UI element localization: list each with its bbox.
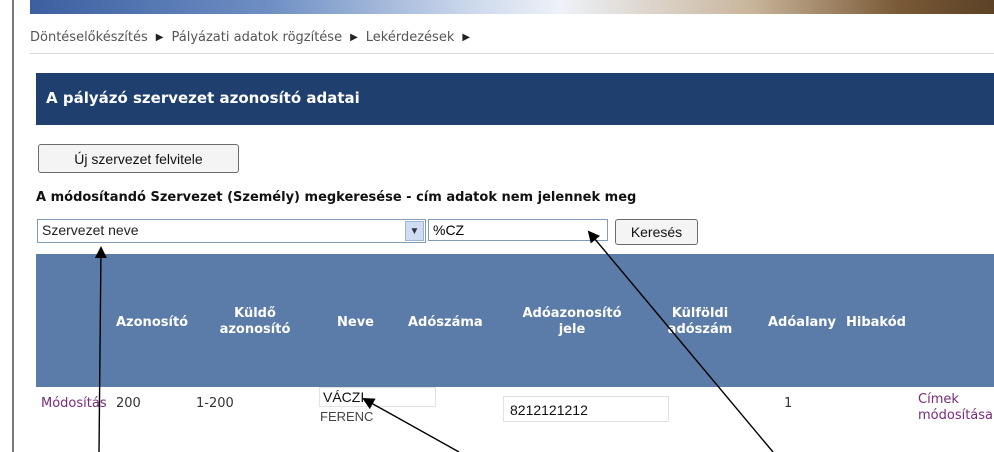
header-adoazonosito-line1: Adóazonosító bbox=[522, 306, 622, 321]
header-neve: Neve bbox=[337, 315, 374, 330]
modify-link[interactable]: Módosítás bbox=[41, 396, 107, 411]
header-kuldo-azonosito: Küldő azonosító bbox=[214, 306, 296, 338]
header-banner bbox=[30, 0, 994, 14]
new-organization-button[interactable]: Új szervezet felvitele bbox=[38, 144, 239, 173]
triangle-right-icon: ▶ bbox=[155, 31, 164, 43]
header-kuldo-line2: azonosító bbox=[219, 322, 291, 337]
menu-item-label: Lekérdezések bbox=[365, 29, 455, 45]
header-hibakod: Hibakód bbox=[846, 315, 906, 330]
cell-azonosito: 200 bbox=[116, 396, 141, 411]
cell-kuldo-azonosito: 1-200 bbox=[196, 396, 234, 411]
name-field[interactable]: VÁCZI bbox=[319, 387, 436, 407]
search-button[interactable]: Keresés bbox=[615, 219, 698, 245]
menu-item-label: Pályázati adatok rögzítése bbox=[171, 29, 343, 45]
triangle-right-icon: ▶ bbox=[462, 31, 471, 43]
search-label: A módosítandó Szervezet (Személy) megker… bbox=[36, 190, 637, 205]
tax-id-field[interactable]: 8212121212 bbox=[503, 396, 669, 422]
menu-item-lekerdezesek[interactable]: Lekérdezések ▶ bbox=[366, 30, 470, 45]
header-azonosito: Azonosító bbox=[116, 315, 189, 330]
menu-bar: Döntéselőkészítés ▶ Pályázati adatok rög… bbox=[30, 22, 470, 52]
header-adoalany: Adóalany bbox=[768, 315, 837, 330]
menu-item-label: Döntéselőkészítés bbox=[30, 29, 148, 45]
modify-addresses-link[interactable]: Címek módosítása bbox=[918, 392, 993, 424]
link-line1: Címek bbox=[918, 392, 959, 407]
menu-item-donteselokeszites[interactable]: Döntéselőkészítés ▶ bbox=[30, 30, 163, 45]
search-field-value: Szervezet neve bbox=[42, 222, 139, 238]
left-border bbox=[12, 0, 14, 452]
menu-item-palyazati-adatok[interactable]: Pályázati adatok rögzítése ▶ bbox=[171, 30, 357, 45]
link-line2: módosítása bbox=[918, 408, 994, 423]
header-kulfoldi-adoszam: Külföldi adószám bbox=[664, 306, 736, 338]
cell-adoalany: 1 bbox=[784, 396, 793, 411]
header-adoazonosito-line2: jele bbox=[558, 322, 586, 337]
table-header: Azonosító Küldő azonosító Neve Adószáma … bbox=[36, 254, 994, 387]
chevron-down-icon[interactable]: ▼ bbox=[405, 221, 424, 241]
header-adoszama: Adószáma bbox=[408, 315, 483, 330]
table-row: Módosítás 200 1-200 VÁCZI FERENC 8212121… bbox=[36, 387, 994, 452]
panel-title-bar: A pályázó szervezet azonosító adatai bbox=[36, 73, 994, 125]
header-kuldo-line1: Küldő bbox=[234, 306, 276, 321]
header-kulfoldi-line1: Külföldi bbox=[671, 306, 729, 321]
header-adoazonosito-jele: Adóazonosító jele bbox=[517, 306, 627, 338]
triangle-right-icon: ▶ bbox=[350, 31, 358, 43]
menu-divider bbox=[30, 53, 994, 54]
panel-title: A pályázó szervezet azonosító adatai bbox=[46, 89, 360, 107]
cell-name-second: FERENC bbox=[320, 409, 374, 424]
search-input[interactable] bbox=[428, 219, 608, 241]
search-field-select[interactable]: Szervezet neve ▼ bbox=[37, 219, 426, 243]
header-kulfoldi-line2: adószám bbox=[667, 322, 733, 337]
